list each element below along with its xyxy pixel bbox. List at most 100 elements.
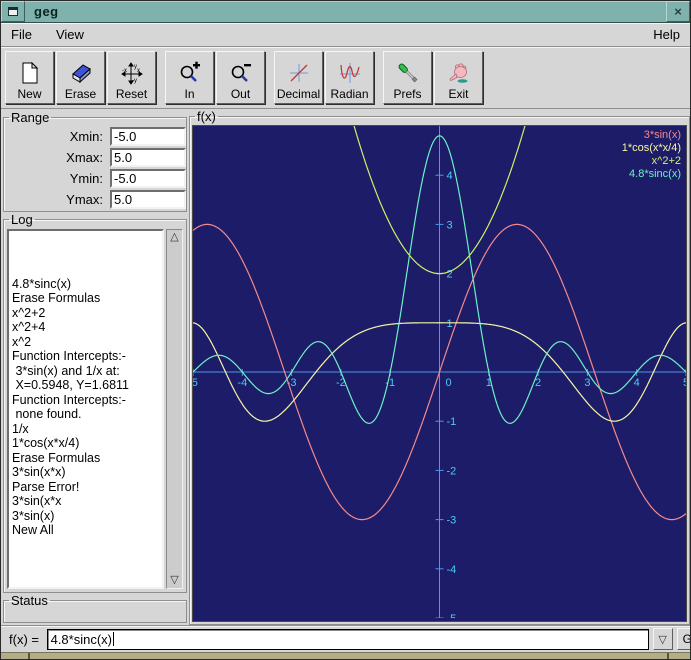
ymin-input[interactable] bbox=[110, 169, 186, 188]
plot-legend: 3*sin(x)1*cos(x*x/4)x^2+24.8*sinc(x) bbox=[622, 129, 681, 181]
titlebar[interactable]: geg × bbox=[1, 1, 690, 23]
window-menu-button[interactable] bbox=[1, 1, 25, 22]
range-frame-label: Range bbox=[9, 110, 51, 125]
log-item[interactable]: 1*cos(x*x/4) bbox=[12, 436, 159, 451]
log-item[interactable]: x^2 bbox=[12, 335, 159, 350]
svg-text:4: 4 bbox=[634, 377, 640, 389]
window-icon bbox=[8, 7, 18, 16]
menu-help[interactable]: Help bbox=[653, 27, 680, 42]
log-item[interactable]: New All bbox=[12, 523, 159, 538]
ymax-input[interactable] bbox=[110, 190, 186, 209]
formula-text: 4.8*sinc(x) bbox=[51, 632, 112, 647]
menu-file[interactable]: File bbox=[11, 27, 32, 42]
bottom-statusbar bbox=[1, 652, 690, 659]
log-panel: Log 4.8*sinc(x)Erase Formulasx^2+2x^2+4x… bbox=[3, 212, 187, 593]
legend-entry: x^2+2 bbox=[622, 155, 681, 168]
svg-text:3: 3 bbox=[447, 219, 453, 231]
exit-button-label: Exit bbox=[448, 87, 468, 101]
toolbar: New Erase yx -x-y Reset bbox=[1, 47, 690, 109]
log-item[interactable]: Erase Formulas bbox=[12, 291, 159, 306]
svg-text:-3: -3 bbox=[447, 515, 457, 527]
range-panel: Range Xmin: Xmax: Ymin: Ymax: bbox=[3, 110, 187, 212]
log-item[interactable]: 3*sin(x*x) bbox=[12, 465, 159, 480]
svg-text:-5: -5 bbox=[447, 613, 457, 618]
exit-button[interactable]: Exit bbox=[434, 51, 483, 104]
zoom-out-button[interactable]: Out bbox=[216, 51, 265, 104]
svg-text:-2: -2 bbox=[447, 465, 457, 477]
axes-reset-icon: yx -x-y bbox=[120, 59, 144, 87]
log-item[interactable]: 3*sin(x) bbox=[12, 509, 159, 524]
plot-area[interactable]: -5-4-3-2-112345-5-4-3-2-112340 3*sin(x)1… bbox=[192, 125, 687, 622]
menu-view[interactable]: View bbox=[56, 27, 84, 42]
statusbar-resize-grip[interactable] bbox=[669, 653, 690, 659]
log-item[interactable]: Function Intercepts:- bbox=[12, 349, 159, 364]
main-area: Range Xmin: Xmax: Ymin: Ymax: bbox=[1, 109, 690, 625]
log-item[interactable]: Erase Formulas bbox=[12, 451, 159, 466]
svg-text:1: 1 bbox=[447, 318, 453, 330]
statusbar-segment-left bbox=[1, 653, 30, 659]
log-item[interactable]: 1/x bbox=[12, 422, 159, 437]
chevron-down-icon: ▽ bbox=[658, 634, 666, 646]
menubar: File View Help bbox=[1, 23, 690, 47]
svg-text:5: 5 bbox=[683, 377, 686, 389]
log-item[interactable]: 3*sin(x*x bbox=[12, 494, 159, 509]
toolbar-group-app: Prefs Exit bbox=[383, 51, 485, 104]
eraser-icon bbox=[69, 59, 93, 87]
log-item[interactable]: none found. bbox=[12, 407, 159, 422]
formula-history-dropdown[interactable]: ▽ bbox=[653, 628, 673, 650]
ymax-row: Ymax: bbox=[4, 190, 186, 209]
xmax-row: Xmax: bbox=[4, 148, 186, 167]
xmin-row: Xmin: bbox=[4, 127, 186, 146]
svg-text:4: 4 bbox=[447, 170, 453, 182]
log-list[interactable]: 4.8*sinc(x)Erase Formulasx^2+2x^2+4x^2Fu… bbox=[7, 229, 164, 589]
go-button[interactable]: GO! bbox=[677, 628, 691, 650]
prefs-button-label: Prefs bbox=[393, 87, 421, 101]
scroll-up-icon[interactable]: △ bbox=[167, 230, 182, 245]
ymin-label: Ymin: bbox=[4, 171, 110, 186]
scroll-down-icon[interactable]: ▽ bbox=[167, 573, 182, 588]
scrollbar-trough[interactable] bbox=[167, 245, 182, 573]
radian-mode-button[interactable]: Radian bbox=[325, 51, 374, 104]
zoom-out-button-label: Out bbox=[231, 87, 250, 101]
hand-icon bbox=[447, 59, 471, 87]
erase-button-label: Erase bbox=[65, 87, 96, 101]
plot-frame-label: f(x) bbox=[195, 109, 218, 124]
svg-text:-5: -5 bbox=[193, 377, 198, 389]
close-icon: × bbox=[674, 4, 682, 19]
log-frame-label: Log bbox=[9, 212, 35, 227]
svg-text:-y: -y bbox=[132, 78, 137, 84]
function-plot[interactable]: -5-4-3-2-112345-5-4-3-2-112340 bbox=[193, 126, 686, 618]
ymax-label: Ymax: bbox=[4, 192, 110, 207]
xmin-input[interactable] bbox=[110, 127, 186, 146]
prefs-button[interactable]: Prefs bbox=[383, 51, 432, 104]
svg-text:-x: -x bbox=[122, 68, 127, 74]
zoom-in-icon bbox=[178, 59, 202, 87]
zoom-in-button[interactable]: In bbox=[165, 51, 214, 104]
svg-text:-2: -2 bbox=[336, 377, 346, 389]
sine-wave-icon bbox=[338, 59, 362, 87]
decimal-mode-button[interactable]: Decimal bbox=[274, 51, 323, 104]
left-panel: Range Xmin: Xmax: Ymin: Ymax: bbox=[1, 109, 189, 625]
toolbar-group-file: New Erase yx -x-y Reset bbox=[5, 51, 158, 104]
ymin-row: Ymin: bbox=[4, 169, 186, 188]
log-item[interactable]: X=0.5948, Y=1.6811 bbox=[12, 378, 159, 393]
reset-button[interactable]: yx -x-y Reset bbox=[107, 51, 156, 104]
erase-button[interactable]: Erase bbox=[56, 51, 105, 104]
formula-input[interactable]: 4.8*sinc(x) bbox=[47, 629, 649, 650]
xmax-input[interactable] bbox=[110, 148, 186, 167]
log-item[interactable]: Function Intercepts:- bbox=[12, 393, 159, 408]
close-button[interactable]: × bbox=[666, 1, 690, 22]
status-frame-label: Status bbox=[9, 593, 50, 608]
radian-button-label: Radian bbox=[330, 87, 368, 101]
log-item[interactable]: x^2+4 bbox=[12, 320, 159, 335]
log-item[interactable]: 4.8*sinc(x) bbox=[12, 277, 159, 292]
log-item[interactable]: 3*sin(x) and 1/x at: bbox=[12, 364, 159, 379]
new-button-label: New bbox=[17, 87, 41, 101]
formula-label: f(x) = bbox=[9, 632, 43, 647]
svg-text:-1: -1 bbox=[447, 416, 457, 428]
new-button[interactable]: New bbox=[5, 51, 54, 104]
log-item[interactable]: x^2+2 bbox=[12, 306, 159, 321]
xmin-label: Xmin: bbox=[4, 129, 110, 144]
log-item[interactable]: Parse Error! bbox=[12, 480, 159, 495]
log-scrollbar[interactable]: △ ▽ bbox=[166, 229, 183, 589]
